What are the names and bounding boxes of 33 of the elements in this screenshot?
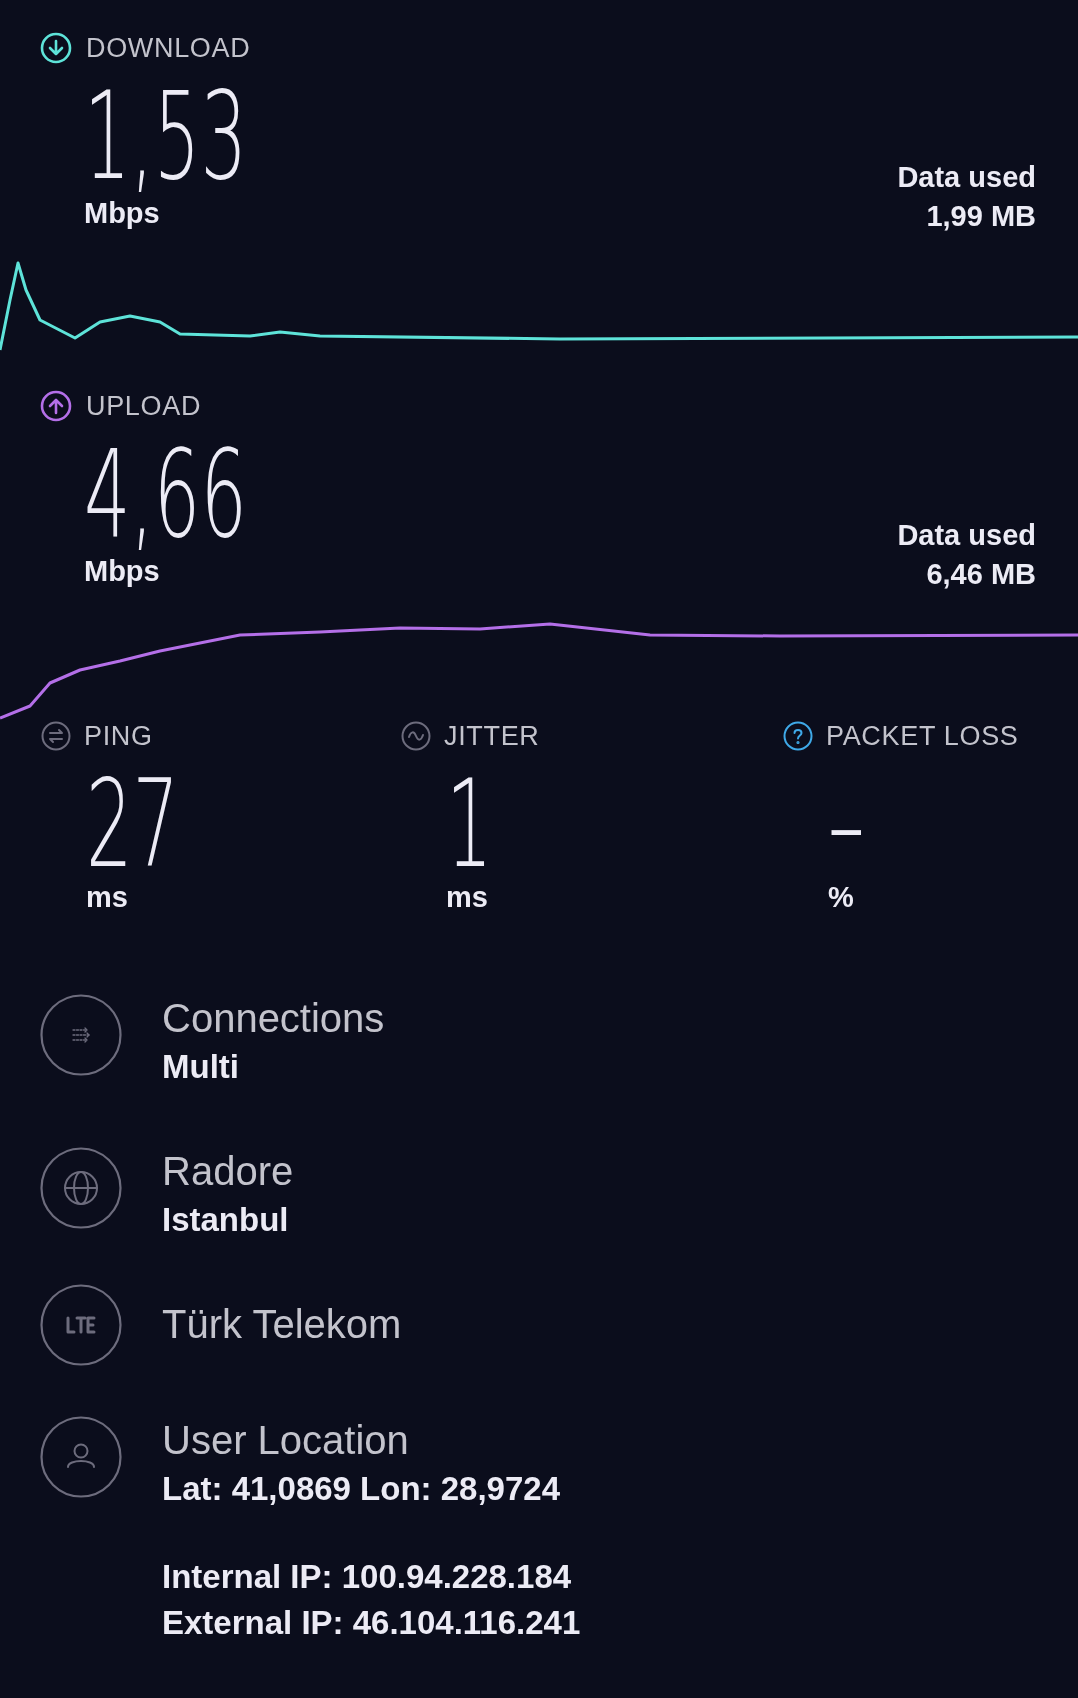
info-title: Türk Telekom (162, 1301, 402, 1348)
data-used-value: 6,46 MB (926, 556, 1036, 592)
info-value: Internal IP: 100.94.228.184 (162, 1557, 573, 1597)
user-icon (40, 1416, 122, 1498)
unit-label: Mbps (84, 196, 161, 231)
unit-label: % (827, 880, 855, 915)
test-label: UPLOAD (86, 389, 202, 423)
info-title: User Location (162, 1417, 410, 1464)
metric-label: JITTER (444, 719, 540, 753)
test-label: DOWNLOAD (86, 31, 251, 65)
info-value: External IP: 46.104.116.241 (162, 1603, 581, 1643)
info-value: Lat: 41,0869 Lon: 28,9724 (162, 1469, 562, 1509)
metric-label: PING (84, 719, 153, 753)
unit-label: ms (85, 880, 129, 915)
metric-value: 27 (86, 772, 181, 876)
metric-label: PACKET LOSS (826, 719, 1019, 753)
unit-label: ms (445, 880, 489, 915)
wave-icon (400, 720, 432, 752)
metric-value: 1 (446, 772, 494, 876)
data-used-value: 1,99 MB (926, 198, 1036, 234)
help-icon (782, 720, 814, 752)
data-used-label: Data used (897, 517, 1036, 553)
ping-icon (40, 720, 72, 752)
arrows-icon (40, 994, 122, 1076)
info-title: Connections (162, 995, 385, 1042)
lte-icon (40, 1284, 122, 1366)
unit-label: Mbps (84, 554, 161, 589)
info-value: Multi (162, 1047, 240, 1087)
data-used-label: Data used (897, 159, 1036, 195)
info-value: Istanbul (162, 1200, 290, 1240)
globe-icon (40, 1147, 122, 1229)
metric-value: – (828, 772, 866, 876)
info-title: Radore (162, 1148, 294, 1195)
